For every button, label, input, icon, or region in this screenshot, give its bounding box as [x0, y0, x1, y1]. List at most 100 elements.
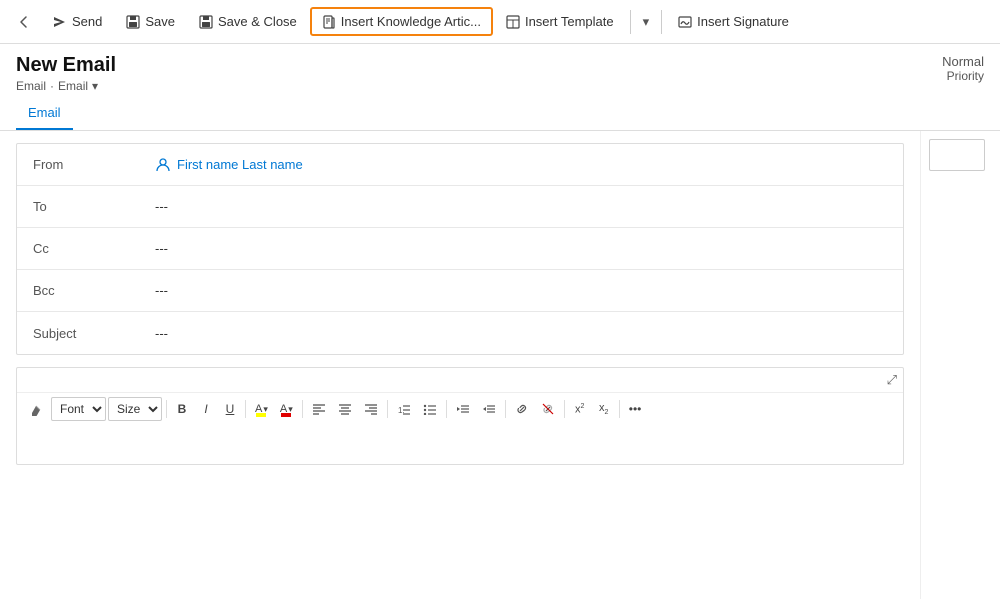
- main-toolbar: Send Save Save & Close Insert Knowledge …: [0, 0, 1000, 44]
- body-editor: ⤢ Font Size: [16, 367, 904, 465]
- bcc-row: Bcc ---: [17, 270, 903, 312]
- subscript-button[interactable]: x2: [593, 399, 615, 419]
- ordered-list-button[interactable]: 1.: [392, 400, 416, 418]
- superscript-button[interactable]: x2: [569, 400, 591, 419]
- to-row: To ---: [17, 186, 903, 228]
- superscript-icon: x2: [575, 403, 584, 416]
- insert-template-button[interactable]: Insert Template: [495, 8, 625, 35]
- editor-divider-8: [619, 400, 620, 418]
- cc-label: Cc: [17, 231, 147, 266]
- more-options-button[interactable]: •••: [624, 399, 647, 419]
- font-select[interactable]: Font: [51, 397, 106, 421]
- header-left: New Email Email · Email ▾: [16, 54, 116, 93]
- indent-decrease-button[interactable]: [451, 400, 475, 418]
- save-button[interactable]: Save: [115, 8, 186, 35]
- subject-row: Subject ---: [17, 312, 903, 354]
- subtitle-text: Email: [16, 79, 46, 93]
- editor-divider-1: [166, 400, 167, 418]
- knowledge-icon: [322, 15, 336, 29]
- highlight-button[interactable]: A ▾: [250, 400, 273, 418]
- cc-row: Cc ---: [17, 228, 903, 270]
- dropdown-arrow-btn[interactable]: ▾: [636, 8, 657, 36]
- italic-button[interactable]: I: [195, 399, 217, 419]
- email-form: From First name Last name To ---: [16, 143, 904, 355]
- from-person[interactable]: First name Last name: [155, 157, 895, 173]
- insert-knowledge-button[interactable]: Insert Knowledge Artic...: [310, 7, 493, 36]
- person-icon: [155, 157, 171, 173]
- priority-label-text: Priority: [942, 69, 984, 83]
- align-left-icon: [312, 403, 326, 415]
- indent-increase-button[interactable]: [477, 400, 501, 418]
- clear-format-button[interactable]: [25, 399, 49, 419]
- editor-divider-3: [302, 400, 303, 418]
- send-button[interactable]: Send: [42, 8, 113, 35]
- priority-value: Normal: [942, 54, 984, 69]
- main-content: From First name Last name To ---: [0, 131, 1000, 599]
- subtitle-dot: ·: [50, 79, 54, 93]
- more-options-icon: •••: [629, 402, 642, 416]
- save-close-button[interactable]: Save & Close: [188, 8, 308, 35]
- insert-knowledge-label: Insert Knowledge Artic...: [341, 14, 481, 29]
- bold-label: B: [178, 402, 187, 416]
- indent-increase-icon: [482, 403, 496, 415]
- template-icon: [506, 15, 520, 29]
- ol-icon: 1.: [397, 403, 411, 415]
- insert-signature-label: Insert Signature: [697, 14, 789, 29]
- expand-button[interactable]: ⤢: [17, 368, 903, 392]
- from-value: First name Last name: [147, 147, 903, 183]
- align-left-button[interactable]: [307, 400, 331, 418]
- highlight-color-bar: [256, 413, 266, 417]
- indent-decrease-icon: [456, 403, 470, 415]
- back-button[interactable]: [8, 6, 40, 38]
- page-subtitle: Email · Email ▾: [16, 79, 116, 93]
- size-select[interactable]: Size: [108, 397, 162, 421]
- ul-icon: [423, 403, 437, 415]
- from-label: From: [17, 147, 147, 182]
- italic-label: I: [204, 402, 207, 416]
- email-section: From First name Last name To ---: [0, 131, 920, 599]
- save-label: Save: [145, 14, 175, 29]
- font-color-button[interactable]: A ▾: [275, 400, 298, 418]
- editor-divider-6: [505, 400, 506, 418]
- send-label: Send: [72, 14, 102, 29]
- insert-link-button[interactable]: [510, 399, 534, 419]
- subscript-icon: x2: [599, 402, 608, 416]
- underline-button[interactable]: U: [219, 399, 241, 419]
- send-icon: [53, 15, 67, 29]
- insert-signature-button[interactable]: Insert Signature: [667, 8, 800, 35]
- subtitle-type: Email: [58, 79, 88, 93]
- editor-divider-4: [387, 400, 388, 418]
- toolbar-divider-1: [630, 10, 631, 34]
- subject-label: Subject: [17, 316, 147, 351]
- align-right-button[interactable]: [359, 400, 383, 418]
- save-close-label: Save & Close: [218, 14, 297, 29]
- cc-value[interactable]: ---: [147, 231, 903, 266]
- expand-icon: ⤢: [887, 372, 897, 388]
- remove-link-button[interactable]: [536, 399, 560, 419]
- editor-divider-7: [564, 400, 565, 418]
- subject-value[interactable]: ---: [147, 316, 903, 351]
- from-name: First name Last name: [177, 157, 303, 172]
- tabs-container: Email: [0, 97, 1000, 131]
- save-icon: [126, 15, 140, 29]
- align-center-button[interactable]: [333, 400, 357, 418]
- save-close-icon: [199, 15, 213, 29]
- toolbar-divider-2: [661, 10, 662, 34]
- bcc-label: Bcc: [17, 273, 147, 308]
- back-icon: [16, 14, 32, 30]
- right-panel-box: [929, 139, 985, 171]
- signature-icon: [678, 15, 692, 29]
- eraser-icon: [30, 402, 44, 416]
- align-right-icon: [364, 403, 378, 415]
- right-panel: [920, 131, 1000, 599]
- to-value[interactable]: ---: [147, 189, 903, 224]
- subtitle-chevron-icon[interactable]: ▾: [92, 79, 98, 93]
- bold-button[interactable]: B: [171, 399, 193, 419]
- font-color-bar: [281, 413, 291, 417]
- bcc-value[interactable]: ---: [147, 273, 903, 308]
- unordered-list-button[interactable]: [418, 400, 442, 418]
- tab-email[interactable]: Email: [16, 97, 73, 130]
- editor-divider-2: [245, 400, 246, 418]
- page-title: New Email: [16, 54, 116, 77]
- unlink-icon: [541, 402, 555, 416]
